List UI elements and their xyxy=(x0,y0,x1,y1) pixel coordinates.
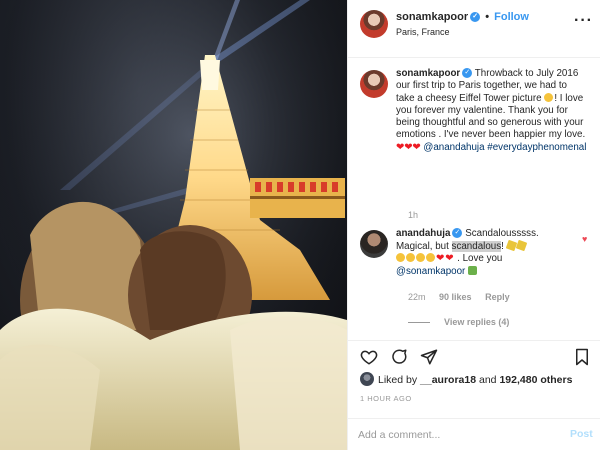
view-replies-label: View replies (4) xyxy=(444,317,510,327)
post-timestamp[interactable]: 1 HOUR AGO xyxy=(360,394,412,403)
grinning-emoji-icon xyxy=(544,92,554,102)
more-options-icon[interactable]: ··· xyxy=(574,12,593,30)
add-comment-bar: Post xyxy=(348,418,600,450)
bookmark-icon[interactable] xyxy=(574,348,590,366)
avatar[interactable] xyxy=(360,10,388,38)
comment-likes[interactable]: 90 likes xyxy=(439,292,472,302)
sparkle-emoji-icon xyxy=(505,239,517,251)
comment-like-heart-icon[interactable]: ♥ xyxy=(582,234,587,244)
hashtag-link[interactable]: #everydayphenomenal xyxy=(487,142,586,153)
comment-body-love: . Love you xyxy=(457,253,503,265)
comment-input[interactable] xyxy=(358,427,548,443)
likes-summary: Liked by __aurora18 and 192,480 others xyxy=(360,372,572,386)
heart-emoji-icon: ❤❤❤ xyxy=(396,141,421,153)
caption-username[interactable]: sonamkapoor xyxy=(396,68,460,79)
sparkle-emoji-icon xyxy=(515,239,527,251)
face-emoji-icon xyxy=(416,253,425,263)
verified-badge-icon: ✓ xyxy=(462,68,473,79)
likes-and: and xyxy=(479,374,497,386)
location-link[interactable]: Paris, France xyxy=(396,27,450,37)
avatar[interactable] xyxy=(360,70,388,98)
action-bar xyxy=(348,340,600,372)
comment-time[interactable]: 22m xyxy=(408,292,426,302)
comment-body-end: ! xyxy=(501,240,504,252)
share-icon[interactable] xyxy=(420,348,438,366)
caption-text: sonamkapoor ✓ Throwback to July 2016 our … xyxy=(396,68,588,154)
divider xyxy=(408,322,430,324)
avatar[interactable] xyxy=(360,230,388,258)
verified-badge-icon: ✓ xyxy=(470,12,481,23)
comment-meta: 22m 90 likes Reply xyxy=(408,292,521,302)
comments-section: sonamkapoor ✓ Throwback to July 2016 our … xyxy=(348,58,600,340)
likes-count-link[interactable]: 192,480 others xyxy=(499,374,572,386)
heart-icon[interactable] xyxy=(360,348,378,366)
caption-time[interactable]: 1h xyxy=(408,210,418,220)
liked-by-user-link[interactable]: __aurora18 xyxy=(420,374,476,386)
heart-emoji-icon: ❤❤ xyxy=(436,253,455,265)
post-author: sonamkapoor ✓ • Follow xyxy=(396,11,529,23)
reply-button[interactable]: Reply xyxy=(485,292,510,302)
face-emoji-icon xyxy=(406,253,415,263)
highlighted-word: scandalous xyxy=(451,240,502,252)
likes-prefix: Liked by xyxy=(378,374,418,386)
emoji-row: ❤❤ xyxy=(396,253,454,266)
view-replies-button[interactable]: View replies (4) xyxy=(408,317,509,327)
mention-link[interactable]: @anandahuja xyxy=(423,142,484,153)
post-comment-button[interactable]: Post xyxy=(570,428,593,440)
comment-icon[interactable] xyxy=(390,348,408,366)
eiffel-tower-photo xyxy=(0,0,347,450)
verified-badge-icon: ✓ xyxy=(452,228,463,239)
dot-separator: • xyxy=(485,11,490,23)
comment-username[interactable]: anandahuja xyxy=(396,228,450,239)
face-emoji-icon xyxy=(396,253,405,263)
post-header: sonamkapoor ✓ • Follow Paris, France ··· xyxy=(348,0,600,58)
follow-button[interactable]: Follow xyxy=(494,11,529,23)
username-link[interactable]: sonamkapoor xyxy=(396,11,468,23)
comment-text: anandahuja ✓ Scandalousssss. Magical, but… xyxy=(396,228,566,278)
turtle-emoji-icon xyxy=(468,265,478,275)
face-emoji-icon xyxy=(426,253,435,263)
post-photo[interactable] xyxy=(0,0,347,450)
mention-link[interactable]: @sonamkapoor xyxy=(396,266,465,277)
post-side-panel: sonamkapoor ✓ • Follow Paris, France ··· … xyxy=(347,0,600,450)
avatar[interactable] xyxy=(360,372,374,386)
